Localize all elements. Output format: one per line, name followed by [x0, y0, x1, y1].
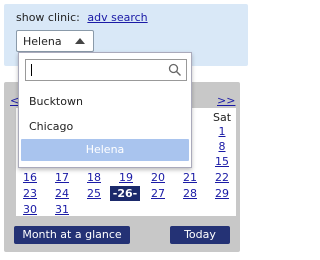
- show-clinic-row: show clinic: adv search: [16, 11, 148, 24]
- today-button[interactable]: Today: [170, 226, 230, 244]
- calendar-day[interactable]: 24: [48, 186, 76, 201]
- calendar-day[interactable]: 20: [144, 170, 172, 185]
- calendar-day[interactable]: 22: [208, 170, 236, 185]
- calendar-day[interactable]: 25: [80, 186, 108, 201]
- calendar-day[interactable]: 19: [112, 170, 140, 185]
- search-icon: [168, 63, 182, 80]
- calendar-day[interactable]: 15: [208, 154, 236, 169]
- calendar-day[interactable]: 18: [80, 170, 108, 185]
- calendar-day[interactable]: 1: [208, 124, 236, 139]
- calendar-day[interactable]: 29: [208, 186, 236, 201]
- dropdown-search-input[interactable]: [25, 59, 187, 81]
- day-header-sat: Sat: [212, 111, 232, 124]
- next-month-link[interactable]: >>: [217, 94, 235, 107]
- calendar-day[interactable]: 30: [16, 202, 44, 217]
- chevron-up-icon: [75, 38, 85, 44]
- calendar-day[interactable]: 23: [16, 186, 44, 201]
- calendar-day[interactable]: 8: [208, 139, 236, 154]
- dropdown-option-helena[interactable]: Helena: [21, 139, 189, 161]
- clinic-dropdown: Bucktown Chicago Helena: [18, 52, 192, 168]
- calendar-day[interactable]: 21: [176, 170, 204, 185]
- dropdown-option-chicago[interactable]: Chicago: [29, 120, 73, 133]
- clinic-select-value: Helena: [23, 35, 62, 48]
- adv-search-link[interactable]: adv search: [87, 11, 147, 24]
- calendar-day[interactable]: 16: [16, 170, 44, 185]
- calendar-day[interactable]: 27: [144, 186, 172, 201]
- text-cursor: [31, 64, 32, 76]
- dropdown-option-bucktown[interactable]: Bucktown: [29, 95, 83, 108]
- month-at-a-glance-button[interactable]: Month at a glance: [14, 226, 130, 244]
- calendar-day[interactable]: 31: [48, 202, 76, 217]
- calendar-day-today[interactable]: -26-: [110, 186, 140, 201]
- clinic-select[interactable]: Helena: [16, 30, 94, 52]
- calendar-day[interactable]: 17: [48, 170, 76, 185]
- calendar-day[interactable]: 28: [176, 186, 204, 201]
- show-clinic-label: show clinic:: [16, 11, 80, 24]
